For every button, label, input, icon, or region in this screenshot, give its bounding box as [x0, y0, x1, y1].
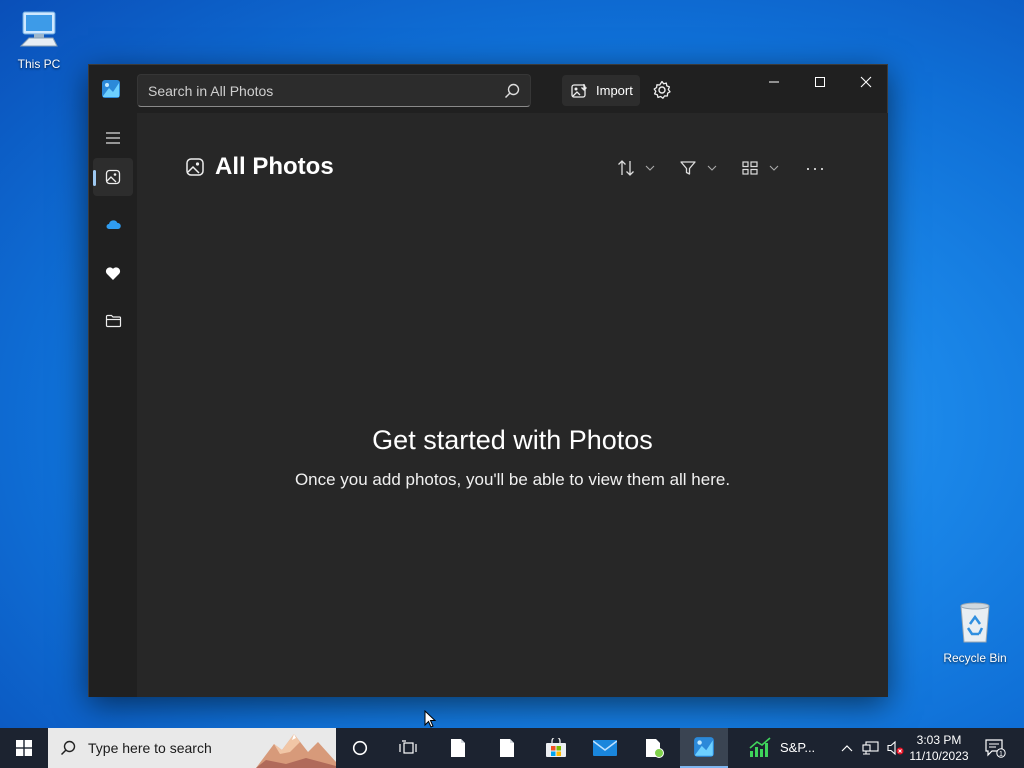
empty-state-subtitle: Once you add photos, you'll be able to v… [294, 470, 731, 489]
taskbar-search-box[interactable]: Type here to search [48, 728, 336, 768]
taskbar-clock[interactable]: 3:03 PM 11/10/2023 [904, 732, 974, 764]
this-pc-icon [19, 11, 58, 47]
store-icon [546, 738, 566, 757]
more-icon: ··· [805, 157, 826, 178]
menu-icon [106, 132, 120, 144]
chevron-down-icon [707, 165, 717, 171]
minimize-button[interactable] [759, 71, 789, 93]
gear-icon[interactable] [651, 79, 673, 101]
notification-icon: 1 [985, 739, 1006, 758]
start-button[interactable] [0, 728, 48, 768]
taskbar: Type here to search S&P... 3:03 PM 11/10… [0, 728, 1024, 768]
network-icon [862, 741, 879, 755]
file-icon [500, 739, 514, 757]
folder-icon [105, 314, 121, 328]
show-hidden-icons-button[interactable] [838, 728, 856, 768]
import-icon [571, 83, 587, 98]
more-options-button[interactable]: ··· [805, 155, 826, 181]
taskbar-file-manager[interactable] [631, 728, 679, 768]
import-button[interactable]: Import [562, 75, 640, 106]
cortana-icon [352, 740, 368, 756]
maximize-icon [815, 77, 825, 87]
taskbar-file-1[interactable] [434, 728, 482, 768]
photos-window: Import [88, 64, 888, 697]
taskbar-file-2[interactable] [483, 728, 531, 768]
desktop-icon-label: Recycle Bin [943, 651, 1007, 665]
search-input[interactable] [148, 82, 504, 99]
clock-date: 11/10/2023 [909, 749, 969, 763]
clock-time: 3:03 PM [916, 733, 962, 747]
sort-button[interactable] [617, 155, 655, 181]
chevron-down-icon [769, 165, 779, 171]
notification-count: 1 [999, 751, 1003, 758]
search-icon [60, 740, 76, 756]
grid-view-icon [742, 161, 758, 175]
page-title: All Photos [215, 153, 334, 180]
minimize-icon [769, 81, 779, 83]
chevron-down-icon [645, 165, 655, 171]
stocks-label: S&P... [780, 740, 816, 755]
taskbar-mail[interactable] [581, 728, 629, 768]
photo-icon [105, 169, 121, 185]
mail-icon [593, 740, 617, 756]
photos-icon [694, 737, 714, 757]
view-button[interactable] [741, 155, 779, 181]
taskbar-search-placeholder: Type here to search [88, 740, 212, 756]
navigation-sidebar [89, 113, 137, 697]
search-highlight-mountain-icon [256, 728, 336, 768]
task-view-icon [399, 740, 417, 754]
title-bar: Import [89, 65, 887, 113]
main-content: All Photos ··· Get started with Photos O… [137, 113, 888, 697]
filter-icon [680, 161, 696, 175]
photo-icon [186, 158, 204, 176]
close-icon [860, 76, 872, 88]
file-icon [646, 739, 664, 758]
nav-item-favorites[interactable] [93, 254, 133, 292]
volume-muted-icon [887, 740, 904, 756]
filter-button[interactable] [679, 155, 717, 181]
taskbar-store[interactable] [532, 728, 580, 768]
mouse-cursor-icon [424, 710, 436, 728]
nav-item-folders[interactable] [93, 302, 133, 340]
nav-menu-button[interactable] [93, 119, 133, 157]
empty-state-title: Get started with Photos [372, 425, 653, 455]
volume-button[interactable] [884, 728, 906, 768]
heart-icon [105, 266, 121, 280]
cloud-icon [106, 220, 121, 229]
notification-center-button[interactable]: 1 [980, 728, 1010, 768]
chevron-up-icon [841, 745, 853, 752]
file-icon [451, 739, 465, 757]
desktop-icon-label: This PC [17, 57, 61, 71]
search-icon[interactable] [504, 83, 520, 99]
page-header: All Photos [185, 153, 334, 181]
network-button[interactable] [860, 728, 882, 768]
nav-item-onedrive[interactable] [93, 206, 133, 244]
desktop-icon-this-pc[interactable]: This PC [3, 8, 75, 71]
chart-icon [749, 737, 771, 757]
photos-app-logo-icon [102, 80, 120, 98]
maximize-button[interactable] [805, 71, 835, 93]
nav-item-all-photos[interactable] [93, 158, 133, 196]
taskbar-cortana[interactable] [336, 728, 384, 768]
recycle-bin-icon [960, 602, 990, 643]
desktop-icon-recycle-bin[interactable]: Recycle Bin [939, 600, 1011, 665]
sort-icon [618, 160, 634, 176]
windows-logo-icon [16, 740, 32, 756]
taskbar-task-view[interactable] [384, 728, 432, 768]
taskbar-photos[interactable] [680, 728, 728, 768]
search-box[interactable] [137, 74, 531, 107]
import-label: Import [596, 83, 633, 98]
close-button[interactable] [851, 71, 881, 93]
selection-indicator [93, 170, 96, 186]
